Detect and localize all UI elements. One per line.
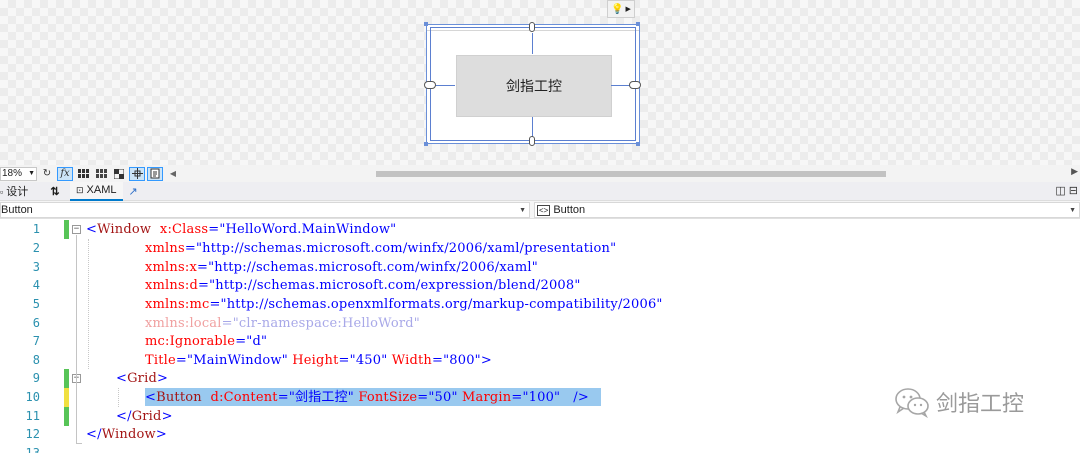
change-indicator [64,220,69,239]
lightbulb-icon: 💡 [611,3,624,15]
line-number: 6 [32,316,40,330]
line-number: 7 [32,334,40,348]
scroll-right-icon[interactable]: ▶ [1071,166,1078,177]
margin-guide-right [611,85,631,86]
indent-guide [118,388,119,407]
margin-handle-bottom[interactable] [529,136,535,146]
code-line-6[interactable]: xmlns:local="clr-namespace:HelloWord" [145,314,420,333]
resize-handle-bottom-left[interactable] [424,142,428,146]
line-number: 8 [32,353,40,367]
grid-toggle-icon[interactable] [75,167,91,181]
tab-xaml-label: XAML [86,184,117,196]
resize-handle-top-left[interactable] [424,22,428,26]
wechat-icon [895,388,929,418]
code-line-10[interactable]: <Button d:Content="剑指工控" FontSize="50" M… [145,388,589,407]
designer-button-label: 剑指工控 [506,79,562,95]
line-number: 13 [25,446,40,453]
refresh-icon[interactable]: ↻ [39,167,55,181]
xaml-designer-canvas[interactable]: 剑指工控 💡 ▶ [0,0,1080,165]
tab-design[interactable]: ▫ 设计 [0,183,40,199]
tab-xaml[interactable]: ⊡ XAML [70,181,123,201]
watermark-text: 剑指工控 [936,392,1025,417]
designer-tab-bar: ▫ 设计 ⇅ ⊡ XAML ↗ ◫ ⊟ [0,181,1080,201]
code-line-1[interactable]: <Window x:Class="HelloWord.MainWindow" [86,220,396,239]
snap-to-grid-icon[interactable] [93,167,109,181]
line-number: 1 [32,222,40,236]
split-view-icons[interactable]: ◫ ⊟ [1055,184,1078,197]
margin-guide-bottom [532,117,533,137]
vertical-split-icon[interactable]: ◫ [1055,185,1065,197]
designer-button-preview[interactable]: 剑指工控 [456,55,612,117]
project-code-icon[interactable] [147,166,163,181]
artboard-background-icon[interactable] [111,167,127,181]
element-scope-value: Button [1,204,33,216]
chevron-right-icon: ▶ [625,6,631,13]
code-line-3[interactable]: xmlns:x="http://schemas.microsoft.com/wi… [145,258,538,277]
margin-handle-left[interactable] [424,81,436,89]
code-line-7[interactable]: mc:Ignorable="d" [145,332,267,351]
horizontal-split-icon[interactable]: ⊟ [1069,185,1078,197]
chevron-down-icon: ▼ [28,170,35,177]
chevron-down-icon: ▼ [1069,206,1076,214]
zoom-value: 18% [2,168,23,179]
margin-handle-right[interactable] [629,81,641,89]
xaml-view-icon: ⊡ [76,184,84,195]
line-number: 9 [32,371,40,385]
line-number: 10 [25,390,40,404]
zoom-select[interactable]: 18% ▼ [0,166,37,181]
design-view-icon: ▫ [0,187,4,197]
fold-guide-end [76,443,82,444]
wechat-watermark: 剑指工控 [894,386,1024,418]
swap-panes-icon[interactable]: ⇅ [40,185,70,198]
quick-actions-button[interactable]: 💡 ▶ [607,0,635,18]
horizontal-scrollbar-thumb[interactable] [376,171,886,177]
designer-window-preview[interactable]: 剑指工控 [426,24,640,144]
code-line-12[interactable]: </Window> [86,425,167,444]
resize-handle-bottom-right[interactable] [636,142,640,146]
horizontal-scrollbar[interactable] [196,168,1072,179]
margin-handle-top[interactable] [529,22,535,32]
scroll-left-icon[interactable]: ◀ [165,167,181,181]
navigation-bar: Button ▼ <> Button ▼ [0,201,1080,219]
effects-toggle-icon[interactable]: fx [57,166,73,181]
change-indicator [64,407,69,426]
margin-guide-left [434,85,455,86]
collapse-window-icon[interactable]: − [72,225,81,234]
code-line-2[interactable]: xmlns="http://schemas.microsoft.com/winf… [145,239,616,258]
fold-guide-grid [76,384,77,416]
resize-handle-top-right[interactable] [636,22,640,26]
element-member-dropdown[interactable]: <> Button ▼ [534,202,1080,218]
chevron-down-icon: ▼ [519,206,526,214]
line-number: 2 [32,241,40,255]
code-line-5[interactable]: xmlns:mc="http://schemas.openxmlformats.… [145,295,663,314]
designer-toolbar: 18% ▼ ↻ fx ◀ ▶ [0,165,1080,182]
margin-guide-top [532,33,533,54]
line-number: 11 [25,409,40,423]
snap-to-snaplines-icon[interactable] [129,166,145,181]
element-tag-icon: <> [537,204,551,216]
line-number: 12 [25,427,40,441]
line-number: 3 [32,260,40,274]
tab-design-label: 设计 [6,185,29,198]
element-scope-dropdown[interactable]: Button ▼ [0,202,530,218]
line-number: 5 [32,297,40,311]
change-indicator [64,388,69,407]
code-line-4[interactable]: xmlns:d="http://schemas.microsoft.com/ex… [145,276,581,295]
line-number: 4 [32,278,40,292]
code-line-9[interactable]: <Grid> [116,369,168,388]
code-line-8[interactable]: Title="MainWindow" Height="450" Width="8… [145,351,492,370]
change-indicator [64,369,69,388]
popout-xaml-icon[interactable]: ↗ [129,185,138,198]
element-member-value: Button [553,204,586,216]
indent-guide [88,239,89,369]
code-line-11[interactable]: </Grid> [116,407,173,426]
